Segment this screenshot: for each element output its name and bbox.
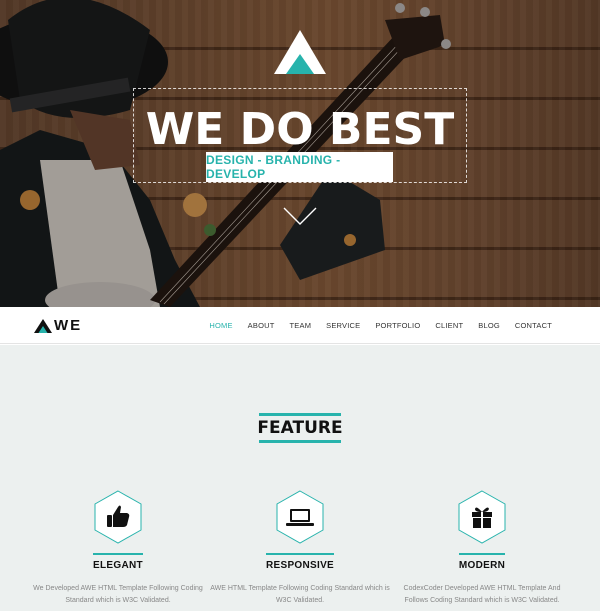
feature-card-modern: MODERN CodexCoder Developed AWE HTML Tem… [392, 490, 572, 607]
nav-item-portfolio[interactable]: PORTFOLIO [375, 321, 420, 330]
feature-title-modern: MODERN [458, 553, 506, 571]
hero-title: WE DO BEST [145, 104, 455, 155]
feature-title-responsive: RESPONSIVE [265, 553, 335, 571]
navbar: WE HOME ABOUT TEAM SERVICE PORTFOLIO CLI… [0, 307, 600, 344]
feature-desc-responsive: AWE HTML Template Following Coding Stand… [210, 585, 390, 604]
hero-subtitle: DESIGN - BRANDING - DEVELOP [206, 152, 393, 182]
hexagon-frame [276, 490, 324, 544]
feature-card-elegant: ELEGANT We Developed AWE HTML Template F… [28, 490, 208, 607]
nav-item-blog[interactable]: BLOG [478, 321, 500, 330]
laptop-icon [286, 509, 314, 526]
feature-desc-elegant: We Developed AWE HTML Template Following… [33, 585, 203, 604]
nav-item-service[interactable]: SERVICE [326, 321, 360, 330]
hexagon-frame [94, 490, 142, 544]
feature-section: FEATURE ELEGANT We Developed AWE HTML Te… [0, 345, 600, 611]
feature-desc-modern: CodexCoder Developed AWE HTML Template A… [403, 585, 561, 604]
feature-title-elegant: ELEGANT [93, 553, 143, 571]
hexagon-frame [458, 490, 506, 544]
nav-item-client[interactable]: CLIENT [435, 321, 463, 330]
nav-item-home[interactable]: HOME [209, 321, 232, 330]
scroll-down-chevron-icon[interactable] [283, 206, 317, 226]
nav-item-about[interactable]: ABOUT [248, 321, 275, 330]
feature-card-responsive: RESPONSIVE AWE HTML Template Following C… [210, 490, 390, 607]
brand-logo[interactable]: WE [34, 317, 82, 334]
awe-logo-triangle-icon [274, 30, 326, 74]
nav-item-team[interactable]: TEAM [290, 321, 312, 330]
brand-triangle-icon [34, 318, 52, 333]
feature-heading: FEATURE [257, 413, 343, 443]
brand-text: WE [54, 317, 83, 334]
nav-item-contact[interactable]: CONTACT [515, 321, 552, 330]
hero-banner: WE DO BEST DESIGN - BRANDING - DEVELOP [0, 0, 600, 307]
main-nav: HOME ABOUT TEAM SERVICE PORTFOLIO CLIENT… [209, 307, 552, 344]
